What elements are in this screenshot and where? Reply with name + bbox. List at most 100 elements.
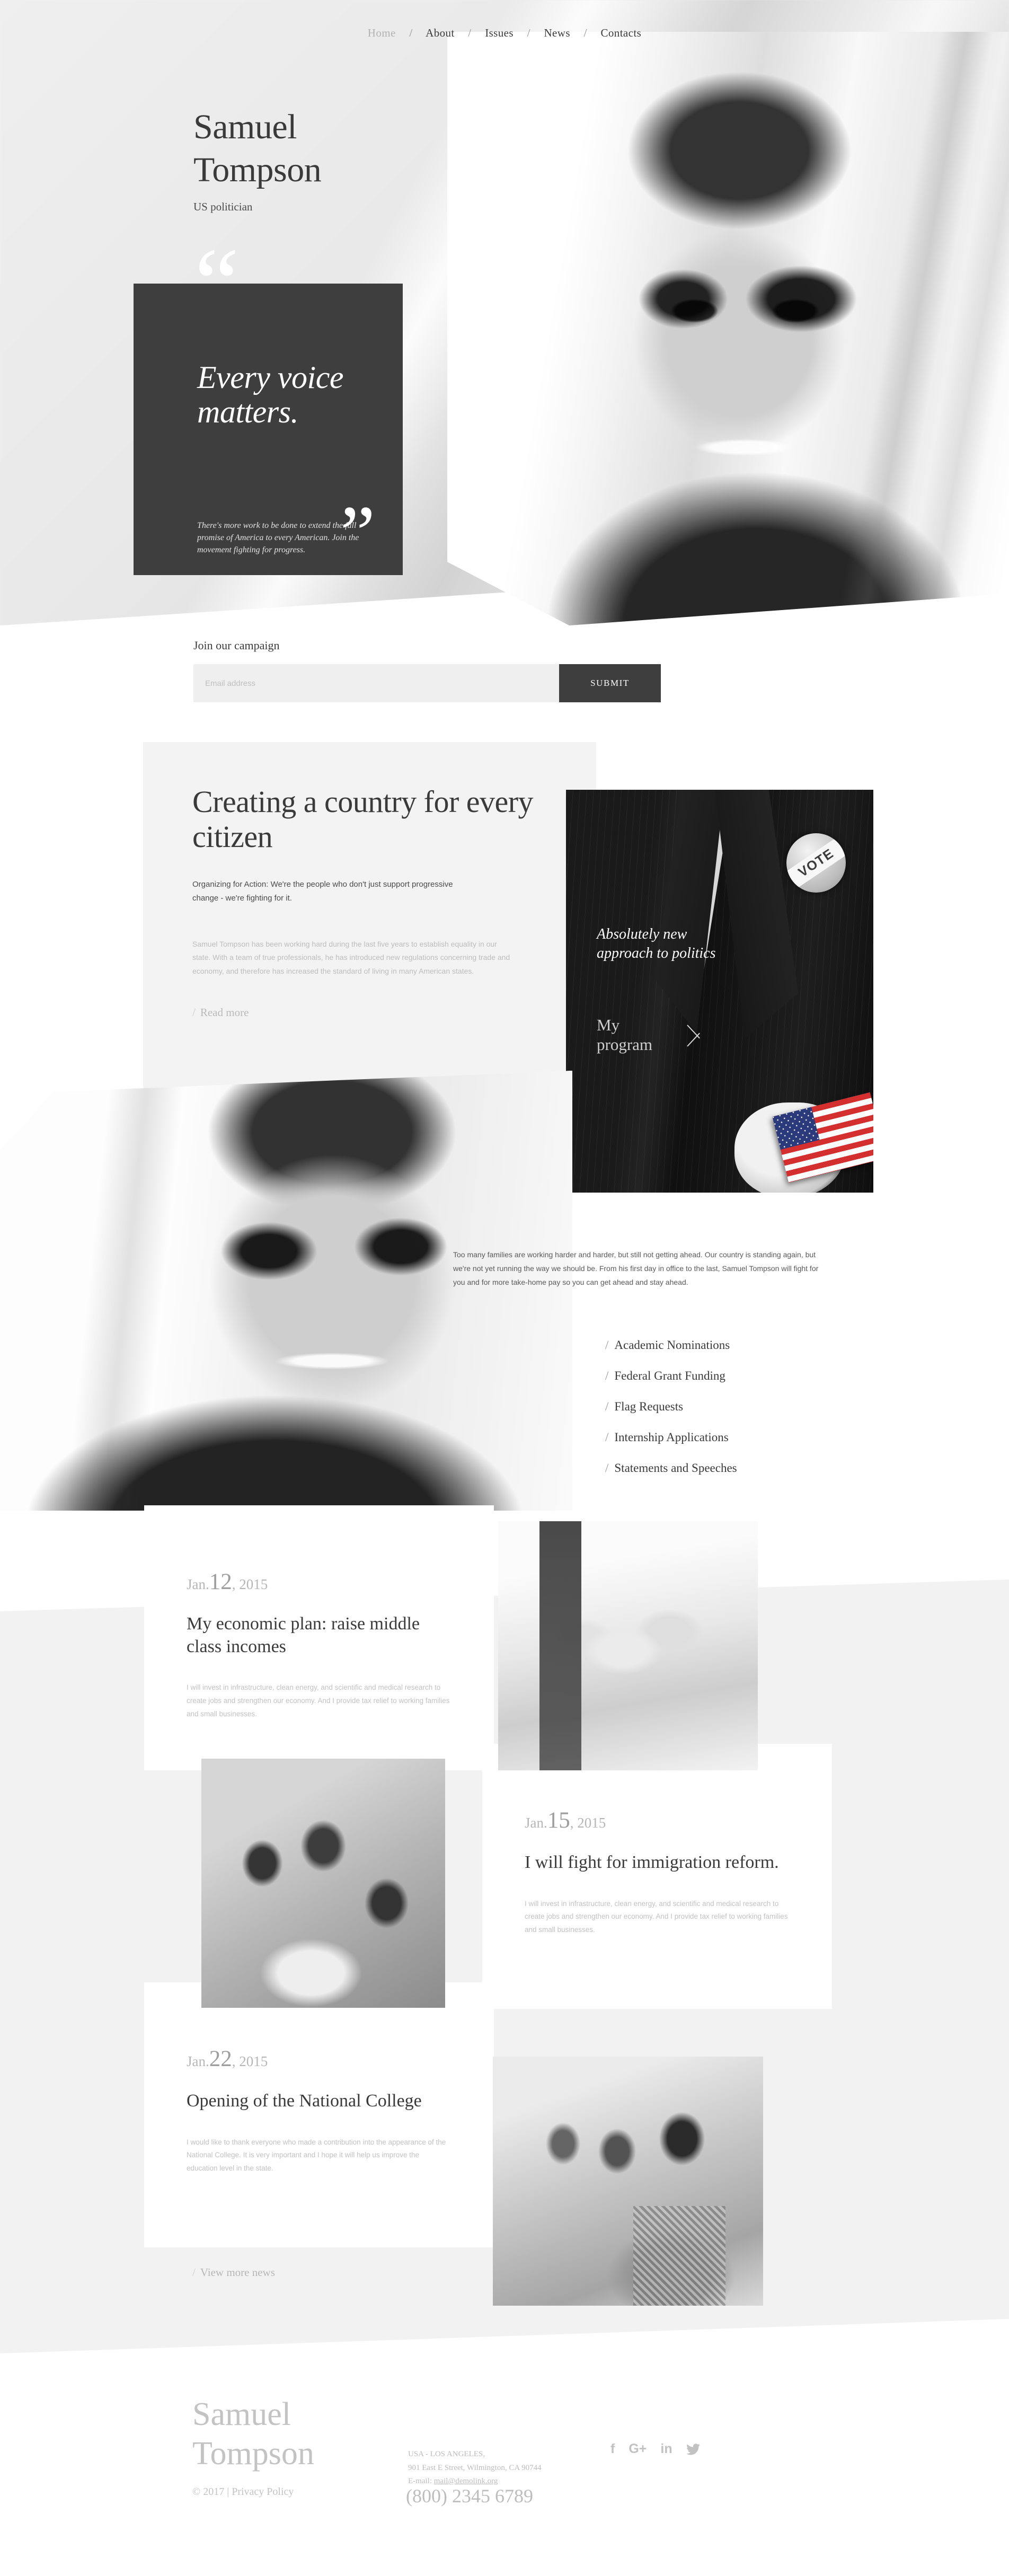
my-program-label: My program — [597, 1016, 653, 1054]
issue-label: Statements and Speeches — [614, 1461, 737, 1475]
address-line-2: 901 East E Street, Wilmington, CA 90744 — [408, 2463, 542, 2472]
about-heading: Creating a country for every citizen — [192, 784, 534, 854]
issue-label: Federal Grant Funding — [614, 1369, 725, 1382]
quote-open-mark: “ — [194, 228, 239, 339]
issue-label: Flag Requests — [614, 1400, 684, 1413]
news-card[interactable]: Jan.15, 2015 I will fight for immigratio… — [482, 1744, 832, 2009]
chevron-right-icon — [685, 1015, 705, 1055]
issue-link-statements-and-speeches[interactable]: / Statements and Speeches — [605, 1461, 737, 1475]
slash-marker: / — [605, 1338, 609, 1352]
nav-item-home[interactable]: Home — [368, 27, 396, 39]
subscribe-form: Join our campaign SUBMIT — [193, 639, 661, 702]
slash-marker: / — [605, 1461, 609, 1475]
email-link[interactable]: mail@demolink.org — [434, 2477, 498, 2485]
footer-phone: (800) 2345 6789 — [406, 2485, 533, 2507]
news-title: Opening of the National College — [187, 2091, 422, 2111]
slash-marker: / — [605, 1369, 609, 1382]
nav-item-news[interactable]: News — [544, 27, 570, 39]
news-title: My economic plan: raise middle class inc… — [187, 1614, 420, 1656]
portrait-detail-overlay — [447, 32, 1009, 625]
news-body: I will invest in infrastructure, clean e… — [525, 1899, 788, 1934]
news-card[interactable]: Jan.22, 2015 Opening of the National Col… — [144, 1982, 494, 2247]
nav-separator: / — [409, 27, 413, 39]
news-image-students — [493, 2057, 763, 2306]
program-photo: VOTE Absolutely new approach to politics… — [566, 790, 873, 1193]
my-program-link[interactable]: My program — [597, 1015, 705, 1055]
submit-button[interactable]: SUBMIT — [559, 664, 661, 702]
news-date-day: 22 — [209, 2046, 232, 2071]
news-body: I will invest in infrastructure, clean e… — [187, 1683, 450, 1718]
view-more-news-link[interactable]: / View more news — [192, 2266, 275, 2279]
secondary-portrait-photo — [0, 1071, 572, 1511]
slash-marker: / — [605, 1400, 609, 1413]
issue-link-flag-requests[interactable]: / Flag Requests — [605, 1400, 737, 1414]
footer: Samuel Tompson © 2017 | Privacy Policy U… — [0, 2353, 1009, 2576]
footer-address: USA - LOS ANGELES, 901 East E Street, Wi… — [408, 2448, 542, 2489]
email-input[interactable] — [193, 664, 559, 702]
slash-marker: / — [605, 1431, 609, 1444]
news-date-month: Jan. — [525, 1815, 547, 1831]
read-more-link[interactable]: / Read more — [192, 1006, 249, 1019]
linkedin-icon[interactable]: in — [660, 2441, 672, 2457]
about-lead: Organizing for Action: We're the people … — [192, 880, 453, 903]
issues-paragraph: Too many families are working harder and… — [453, 1250, 819, 1286]
nav-separator: / — [583, 27, 587, 39]
issues-link-list: / Academic Nominations / Federal Grant Fun… — [605, 1338, 737, 1492]
news-date-month: Jan. — [187, 1576, 209, 1592]
hero-title: Samuel Tompson — [193, 106, 322, 191]
hero-portrait-photo — [447, 32, 1009, 625]
copyright-text: © 2017 | — [192, 2486, 232, 2498]
news-date: Jan.12, 2015 — [187, 1569, 452, 1595]
about-body: Samuel Tompson has been working hard dur… — [192, 939, 510, 976]
footer-name-last: Tompson — [192, 2436, 314, 2472]
hero-subtitle: US politician — [193, 200, 253, 213]
slash-marker: / — [192, 1006, 196, 1019]
twitter-icon[interactable] — [686, 2443, 700, 2455]
nav-item-about[interactable]: About — [426, 27, 455, 39]
view-more-label: View more news — [200, 2266, 275, 2279]
hero-title-last: Tompson — [193, 150, 322, 189]
news-date-year: , 2015 — [232, 1576, 268, 1592]
news-date-day: 12 — [209, 1569, 232, 1594]
email-label: E-mail: — [408, 2477, 432, 2485]
news-image-children — [201, 1759, 445, 2008]
news-date: Jan.15, 2015 — [525, 1807, 790, 1833]
about-section: Creating a country for every citizen Org… — [192, 784, 563, 1019]
vote-badge-text: VOTE — [795, 845, 837, 880]
portrait-detail-overlay-2 — [0, 1071, 572, 1511]
news-body: I would like to thank everyone who made … — [187, 2138, 446, 2173]
footer-logo: Samuel Tompson — [192, 2395, 314, 2474]
nav-separator: / — [527, 27, 530, 39]
footer-copyright: © 2017 | Privacy Policy — [192, 2486, 294, 2498]
google-plus-icon[interactable]: G+ — [629, 2441, 647, 2457]
vote-badge-icon: VOTE — [786, 833, 846, 893]
facebook-icon[interactable]: f — [610, 2441, 615, 2457]
news-date-day: 15 — [547, 1808, 570, 1833]
news-date-month: Jan. — [187, 2053, 209, 2069]
main-navigation: Home / About / Issues / News / Contacts — [0, 27, 1009, 40]
footer-name-first: Samuel — [192, 2396, 291, 2432]
privacy-policy-link[interactable]: Privacy Policy — [232, 2486, 294, 2498]
news-date-year: , 2015 — [570, 1815, 606, 1831]
hero-title-first: Samuel — [193, 108, 297, 146]
slash-marker: / — [192, 2266, 196, 2279]
news-image-handshake — [498, 1521, 758, 1770]
issue-label: Internship Applications — [614, 1431, 729, 1444]
subscribe-heading: Join our campaign — [193, 639, 280, 652]
issue-link-internship-applications[interactable]: / Internship Applications — [605, 1431, 737, 1444]
quote-text: Every voice matters. — [197, 360, 343, 429]
news-title: I will fight for immigration reform. — [525, 1852, 779, 1872]
news-date-year: , 2015 — [232, 2053, 268, 2069]
issue-link-academic-nominations[interactable]: / Academic Nominations — [605, 1338, 737, 1352]
issue-link-federal-grant-funding[interactable]: / Federal Grant Funding — [605, 1369, 737, 1383]
news-date: Jan.22, 2015 — [187, 2046, 452, 2072]
program-tagline: Absolutely new approach to politics — [597, 926, 716, 961]
landing-page: Home / About / Issues / News / Contacts … — [0, 0, 1009, 2576]
nav-separator: / — [468, 27, 472, 39]
address-line-1: USA - LOS ANGELES, — [408, 2450, 485, 2458]
hero-quote-box: “ Every voice matters. There's more work… — [134, 233, 403, 575]
nav-item-contacts[interactable]: Contacts — [600, 27, 641, 39]
twitter-bird-glyph — [686, 2443, 700, 2455]
news-card[interactable]: Jan.12, 2015 My economic plan: raise mid… — [144, 1505, 494, 1770]
nav-item-issues[interactable]: Issues — [485, 27, 514, 39]
